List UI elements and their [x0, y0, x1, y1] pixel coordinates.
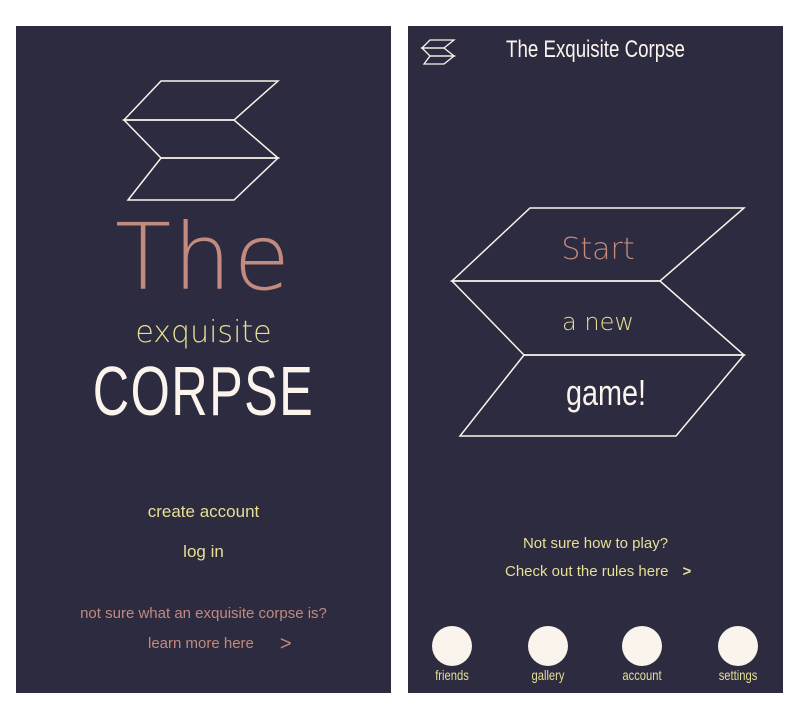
nav-friends[interactable]: friends [422, 626, 482, 683]
learn-more-link[interactable]: learn more here > [148, 633, 292, 656]
start-label: Start [561, 232, 635, 267]
game-label: game! [566, 372, 647, 413]
about-question: not sure what an exquisite corpse is? [80, 605, 327, 622]
login-screen: The exquisite CORPSE create account log … [16, 26, 391, 693]
friends-icon [432, 626, 472, 666]
title-corpse: CORPSE [92, 352, 315, 430]
chevron-right-icon: > [279, 633, 292, 655]
account-icon [622, 626, 662, 666]
settings-icon [718, 626, 758, 666]
rules-link[interactable]: Check out the rules here > [505, 563, 691, 580]
title-exquisite: exquisite [135, 315, 272, 350]
home-screen: The Exquisite Corpse Start a new game! N… [408, 26, 783, 693]
log-in-link[interactable]: log in [16, 542, 391, 562]
gallery-icon [528, 626, 568, 666]
corpse-logo-icon [122, 80, 281, 201]
rules-link-label: Check out the rules here [505, 563, 669, 580]
nav-gallery[interactable]: gallery [518, 626, 578, 683]
title-the: The [114, 204, 293, 311]
app-title: The Exquisite Corpse [506, 36, 685, 63]
chevron-right-icon: > [682, 563, 692, 580]
nav-account[interactable]: account [612, 626, 672, 683]
learn-more-label: learn more here [148, 635, 254, 652]
nav-settings-label: settings [718, 667, 758, 683]
nav-settings[interactable]: settings [708, 626, 768, 683]
a-new-label: a new [562, 308, 634, 336]
create-account-link[interactable]: create account [16, 502, 391, 522]
rules-question: Not sure how to play? [522, 535, 669, 552]
nav-account-label: account [622, 667, 662, 683]
nav-gallery-label: gallery [531, 667, 565, 683]
nav-friends-label: friends [435, 667, 469, 683]
